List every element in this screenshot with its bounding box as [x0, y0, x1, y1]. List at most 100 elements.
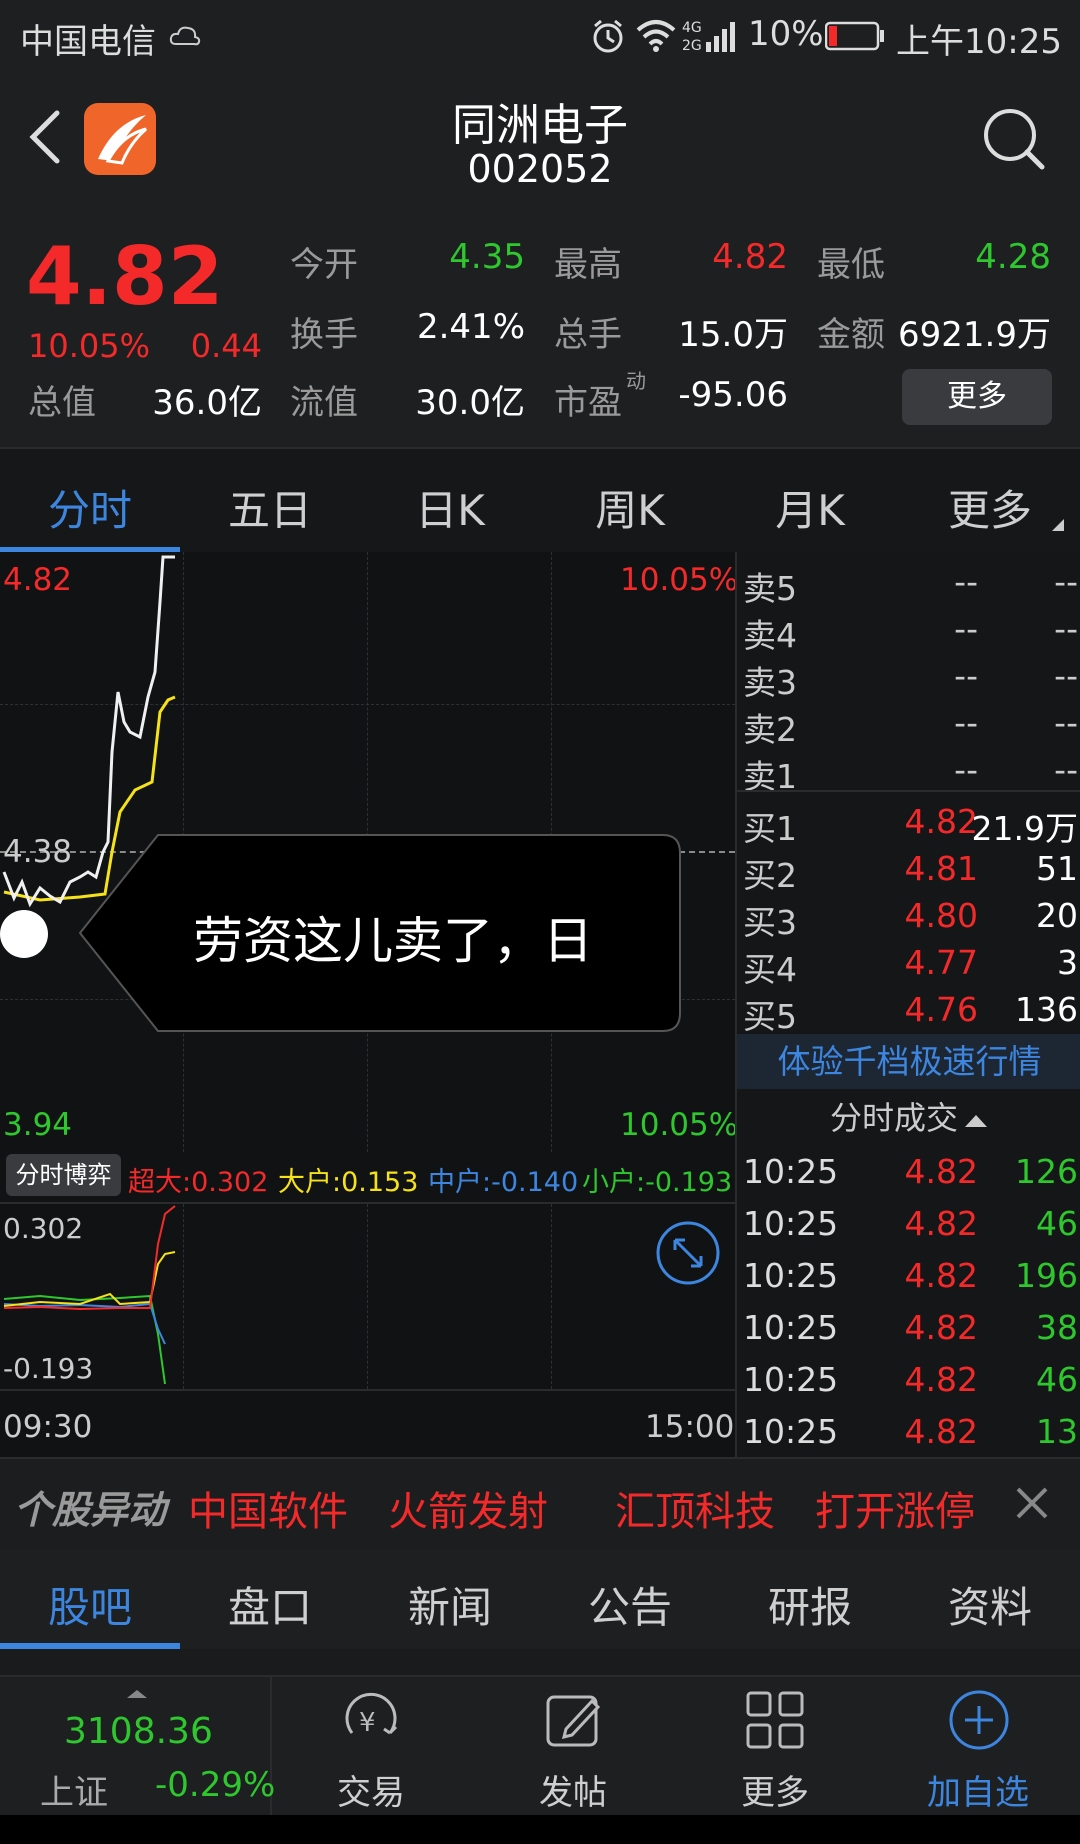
- tab-news[interactable]: 新闻: [360, 1574, 540, 1635]
- bottom-nav: 3108.36 上证 -0.29% ¥ 交易 发帖 更多 加自选: [0, 1675, 1080, 1817]
- open-value: 4.35: [449, 237, 525, 277]
- carrier: 中国电信: [20, 22, 156, 62]
- pe-dynamic-mark: 动: [626, 369, 646, 393]
- promo-banner[interactable]: 体验千档极速行情: [737, 1034, 1080, 1089]
- indicator-large: 大户:0.153: [278, 1167, 419, 1198]
- battery-icon: [824, 20, 885, 56]
- amount-value: 6921.9万: [898, 315, 1051, 355]
- open-label: 今开: [290, 245, 358, 285]
- tab-intraday[interactable]: 分时: [0, 477, 180, 538]
- fund-flow-lines: [3, 1205, 176, 1385]
- tab-daily-k[interactable]: 日K: [360, 477, 540, 538]
- comment-bubble: 劳资这儿卖了，日: [78, 833, 682, 1033]
- sort-up-icon: [963, 1114, 989, 1133]
- title-bar: 同洲电子 002052: [0, 75, 1080, 215]
- index-name: 上证: [40, 1773, 108, 1813]
- svg-text:4G: 4G: [682, 20, 702, 36]
- high-value: 4.82: [712, 237, 788, 277]
- weather-icon: [168, 20, 202, 54]
- trade-row: 10:25 4.82 38: [743, 1308, 1078, 1347]
- indicator-button[interactable]: 分时博弈: [6, 1154, 121, 1196]
- pe-label: 市盈: [554, 383, 622, 423]
- tab-monthly-k[interactable]: 月K: [720, 477, 900, 538]
- index-value: 3108.36: [64, 1711, 213, 1752]
- alarm-icon: [590, 18, 626, 58]
- float-label: 流值: [290, 383, 358, 423]
- trade-row: 10:25 4.82 196: [743, 1256, 1078, 1295]
- trade-row: 10:25 4.82 13: [743, 1412, 1078, 1451]
- volume-value: 15.0万: [678, 315, 788, 355]
- more-button[interactable]: 更多: [902, 369, 1052, 425]
- ask-3: 卖3 -- --: [743, 656, 1078, 702]
- amount-label: 金额: [817, 315, 885, 355]
- grid-icon: [744, 1689, 806, 1755]
- ask-4: 卖4 -- --: [743, 609, 1078, 655]
- float-value: 30.0亿: [415, 383, 525, 423]
- svg-text:2G: 2G: [682, 38, 702, 54]
- yen-cycle-icon: ¥: [338, 1687, 404, 1757]
- quote-panel: 4.82 10.05% 0.44 今开 4.35 最高 4.82 最低 4.28…: [0, 215, 1080, 447]
- system-nav-bar: [0, 1815, 1080, 1844]
- change-amount: 0.44: [190, 327, 262, 365]
- close-icon[interactable]: [1012, 1483, 1052, 1527]
- order-book: 卖5 -- -- 卖4 -- -- 卖3 -- -- 卖2 -- -- 卖1 -…: [735, 552, 1080, 1457]
- app-logo: [84, 103, 156, 175]
- trade-row: 10:25 4.82 126: [743, 1152, 1078, 1191]
- trade-row: 10:25 4.82 46: [743, 1204, 1078, 1243]
- low-value: 4.28: [975, 237, 1051, 277]
- status-bar: 中国电信 4G 2G 10% 上午10:25: [0, 0, 1080, 75]
- pe-value: -95.06: [678, 375, 788, 415]
- tab-profile[interactable]: 资料: [900, 1574, 1080, 1635]
- nav-post[interactable]: 发帖: [472, 1677, 674, 1817]
- index-widget[interactable]: 3108.36 上证 -0.29%: [0, 1677, 275, 1817]
- indicator-small: 小户:-0.193: [582, 1167, 733, 1198]
- expand-icon[interactable]: [655, 1220, 721, 1290]
- turnover-value: 2.41%: [416, 307, 525, 347]
- wifi-icon: [636, 18, 676, 56]
- edit-icon: [540, 1687, 606, 1757]
- alert-title: 个股异动: [14, 1488, 167, 1532]
- plus-circle-icon: [946, 1687, 1012, 1757]
- bid-4: 买4 4.77 3: [743, 943, 1078, 989]
- signal-icon: 4G 2G: [682, 16, 742, 60]
- stock-name: 同洲电子: [452, 100, 628, 151]
- tab-orderbook[interactable]: 盘口: [180, 1574, 360, 1635]
- change-pct: 10.05%: [28, 327, 151, 365]
- nav-add-watchlist[interactable]: 加自选: [876, 1677, 1080, 1817]
- stock-alert-strip: 个股异动 中国软件 火箭发射 汇顶科技 打开涨停: [0, 1457, 1080, 1551]
- time-end: 15:00: [645, 1409, 735, 1445]
- search-icon[interactable]: [980, 105, 1046, 175]
- mktcap-label: 总值: [28, 383, 96, 423]
- turnover-label: 换手: [290, 315, 358, 355]
- tab-research[interactable]: 研报: [720, 1574, 900, 1635]
- ask-2: 卖2 -- --: [743, 703, 1078, 749]
- bubble-text: 劳资这儿卖了，日: [193, 912, 593, 970]
- alert-item[interactable]: 火箭发射: [388, 1479, 548, 1537]
- nav-trade[interactable]: ¥ 交易: [270, 1677, 472, 1817]
- tab-five-day[interactable]: 五日: [180, 477, 360, 538]
- cursor-dot: [0, 910, 48, 958]
- mktcap-value: 36.0亿: [152, 383, 262, 423]
- tab-announcements[interactable]: 公告: [540, 1574, 720, 1635]
- volume-label: 总手: [554, 315, 622, 355]
- content-tabs: 股吧 盘口 新闻 公告 研报 资料: [0, 1549, 1080, 1649]
- indicator-super: 超大:0.302: [128, 1167, 269, 1198]
- nav-more[interactable]: 更多: [674, 1677, 876, 1817]
- time-start: 09:30: [3, 1409, 93, 1445]
- alert-item[interactable]: 中国软件: [188, 1479, 348, 1537]
- bid-3: 买3 4.80 20: [743, 896, 1078, 942]
- trades-header[interactable]: 分时成交: [737, 1094, 1080, 1142]
- alert-item[interactable]: 汇顶科技: [615, 1479, 775, 1537]
- battery-percent: 10%: [748, 14, 824, 54]
- dropdown-corner-icon: [1050, 517, 1066, 537]
- bid-5: 买5 4.76 136: [743, 990, 1078, 1036]
- tab-forum[interactable]: 股吧: [0, 1574, 180, 1635]
- back-icon[interactable]: [25, 107, 65, 171]
- ask-5: 卖5 -- --: [743, 562, 1078, 608]
- alert-item[interactable]: 打开涨停: [815, 1479, 975, 1537]
- bid-2: 买2 4.81 51: [743, 849, 1078, 895]
- tab-weekly-k[interactable]: 周K: [540, 477, 720, 538]
- trade-row: 10:25 4.82 46: [743, 1360, 1078, 1399]
- period-tabs: 分时 五日 日K 周K 月K 更多: [0, 447, 1080, 554]
- tab2-indicator: [0, 1643, 180, 1649]
